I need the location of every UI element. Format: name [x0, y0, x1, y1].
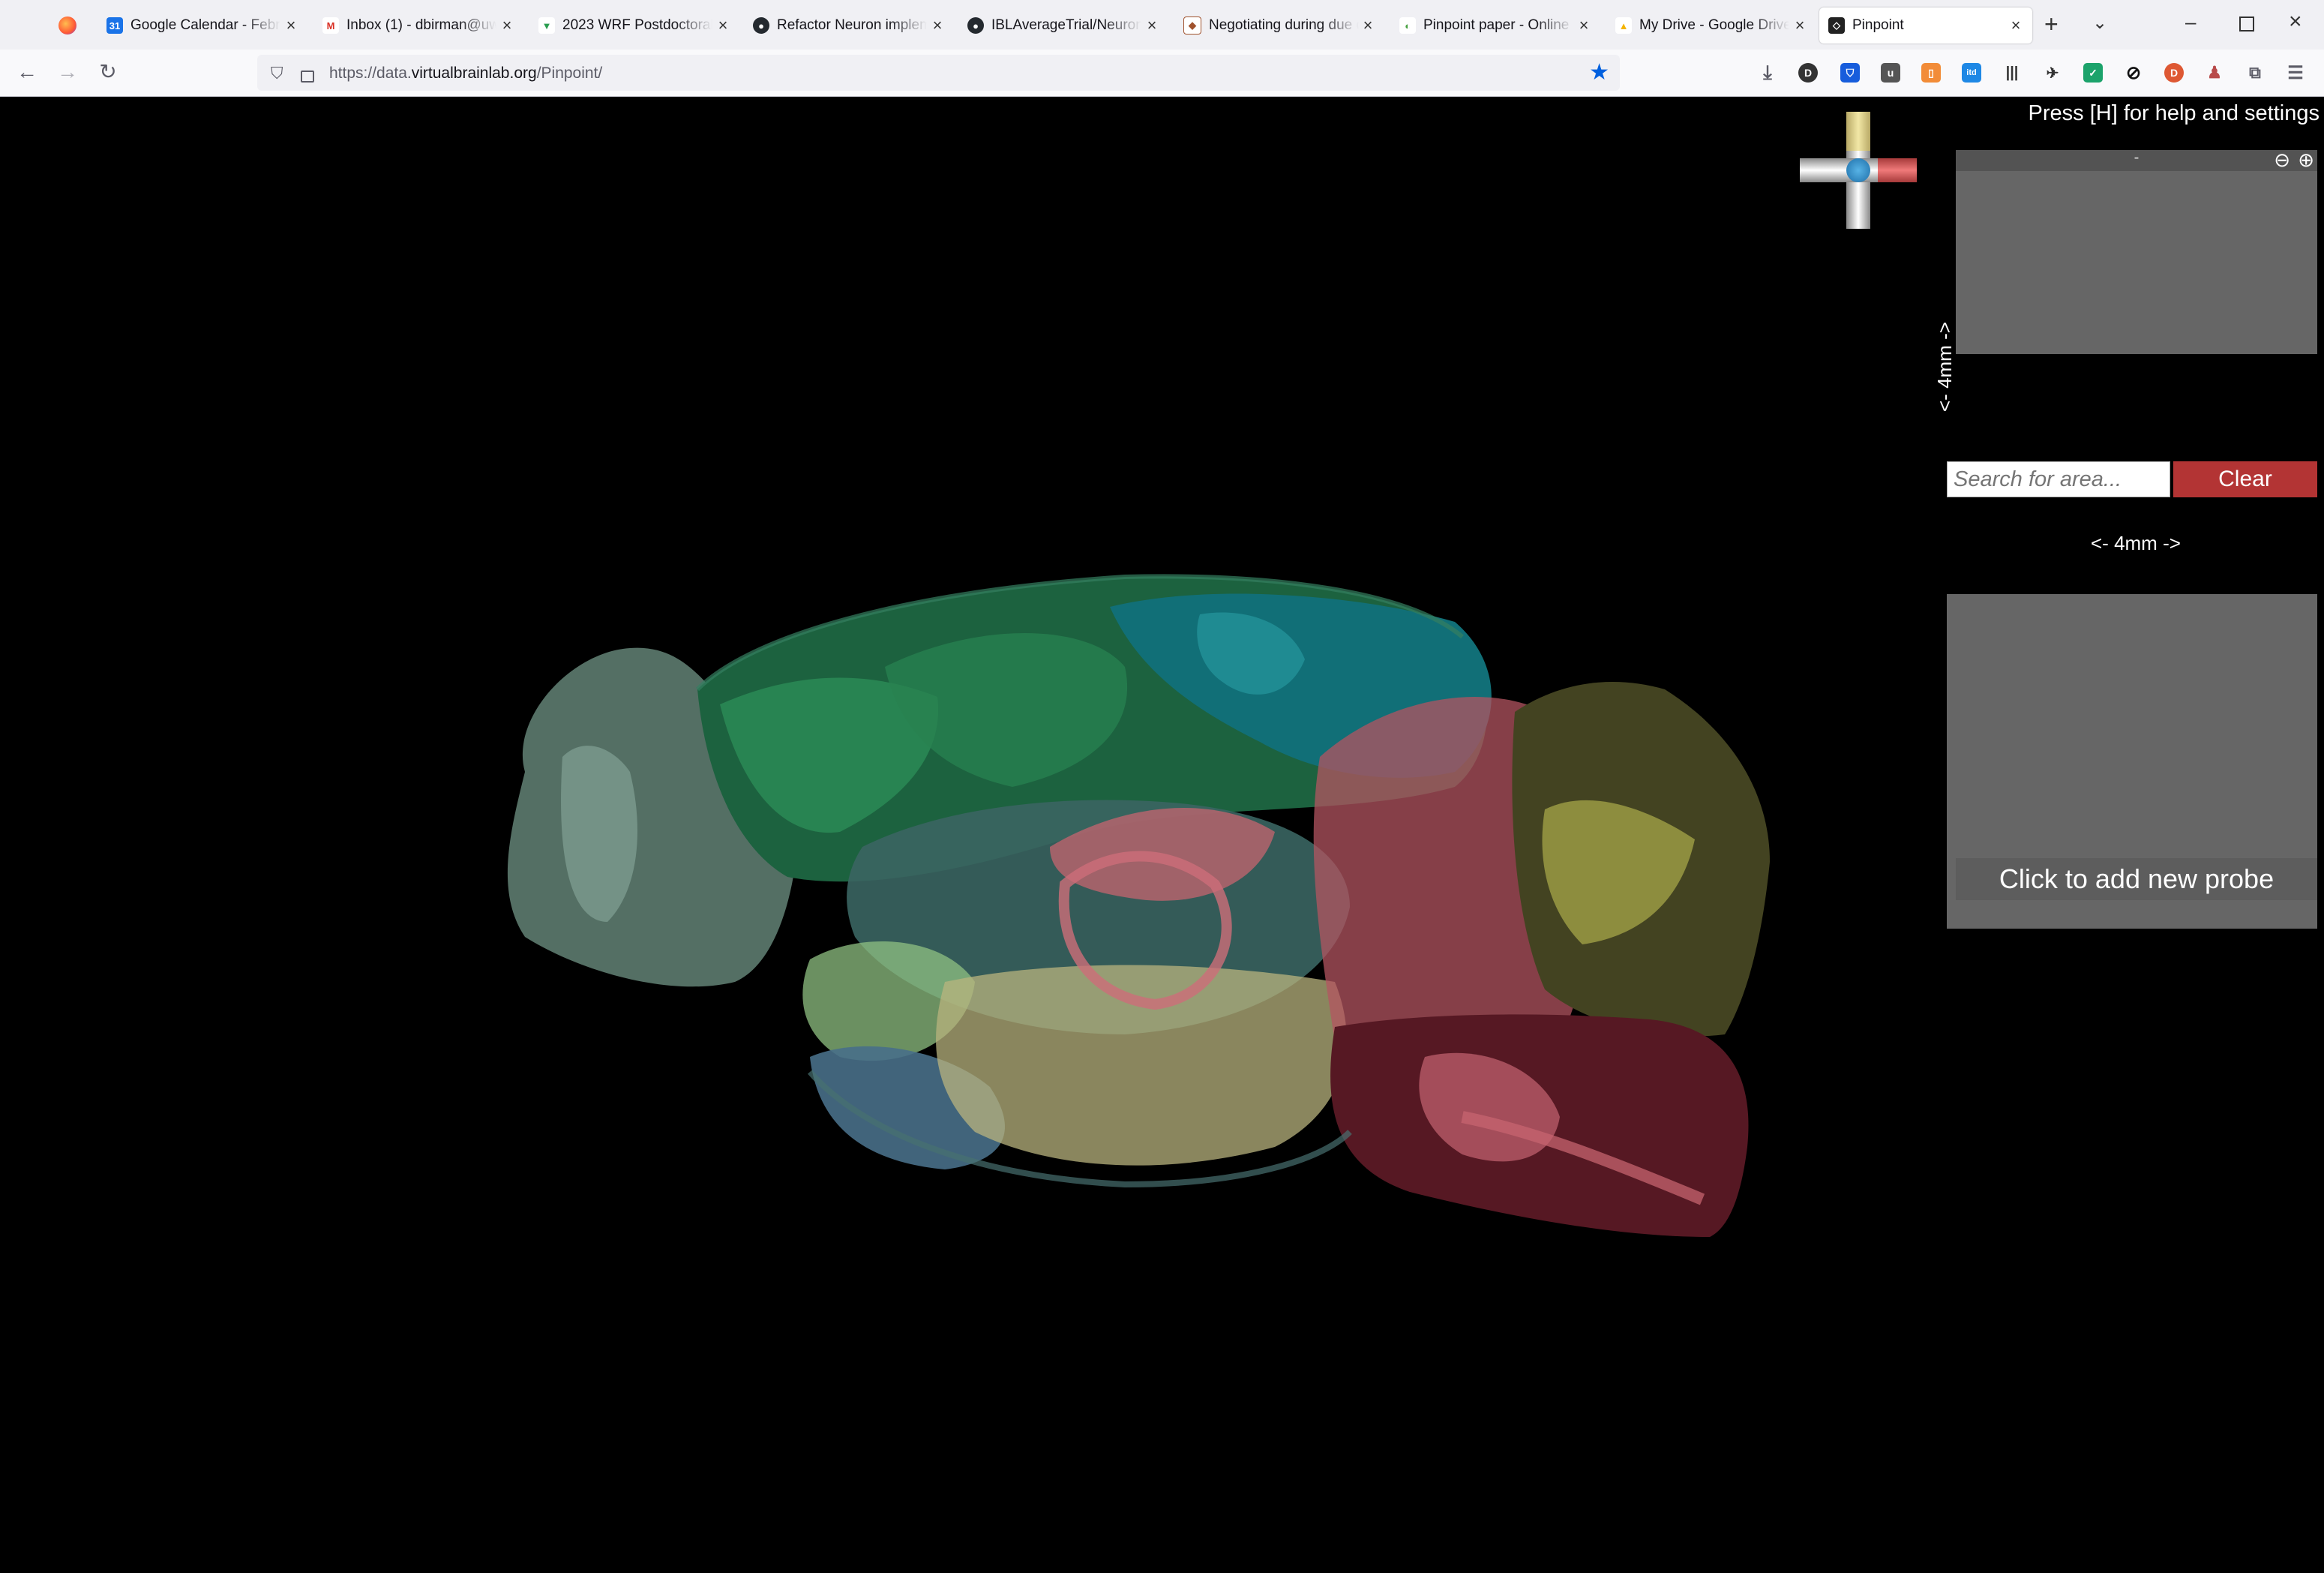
tab-label: IBLAverageTrial/NeuronEncoder: [991, 17, 1141, 33]
tab-label: 2023 WRF Postdoctoral Fellowship: [562, 17, 712, 33]
tab-label: Pinpoint paper - Online LaTeX Editor: [1423, 17, 1573, 33]
forward-button[interactable]: →: [55, 60, 79, 84]
bookmark-star-icon[interactable]: ★: [1589, 59, 1609, 86]
person-icon[interactable]: ♟: [2205, 63, 2224, 83]
url-bar[interactable]: ⛉ https://data.virtualbrainlab.org/Pinpo…: [257, 55, 1620, 91]
tab-label: Negotiating during due diligence: [1209, 17, 1359, 33]
google-calendar-icon: 31: [106, 17, 123, 34]
tab-github-refactor[interactable]: ● Refactor Neuron implementation ×: [753, 8, 945, 44]
scale-bar-vertical: <- 4mm ->: [1933, 322, 1956, 412]
close-icon[interactable]: ×: [930, 16, 945, 35]
gmail-icon: M: [322, 17, 339, 34]
unity-icon: ◇: [1828, 17, 1845, 34]
tab-negotiating[interactable]: ◆ Negotiating during due diligence ×: [1183, 8, 1375, 44]
clear-button[interactable]: Clear: [2173, 461, 2317, 497]
download-icon[interactable]: ⤓: [1758, 61, 1777, 83]
tab-label: Inbox (1) - dbirman@uw.edu: [346, 17, 496, 33]
block-icon[interactable]: ⊘: [2124, 63, 2143, 83]
github-icon: ●: [967, 17, 984, 34]
close-icon[interactable]: ×: [1360, 16, 1375, 35]
barcode-icon[interactable]: |||: [2002, 63, 2022, 83]
close-icon[interactable]: ×: [499, 16, 514, 35]
back-button[interactable]: ←: [15, 60, 39, 84]
tab-google-drive[interactable]: ▲ My Drive - Google Drive ×: [1615, 8, 1807, 44]
lock-icon[interactable]: [301, 71, 314, 83]
inset-view-panel[interactable]: - ⊖ ⊕: [1956, 149, 2317, 354]
scale-bar-horizontal: <- 4mm ->: [2091, 532, 2181, 554]
zoom-out-icon[interactable]: ⊖: [2274, 149, 2290, 172]
tab-google-calendar[interactable]: 31 Google Calendar - February ×: [106, 8, 298, 44]
menu-icon[interactable]: ☰: [2286, 63, 2305, 83]
shield-icon[interactable]: ⛉: [271, 64, 283, 83]
tab-pinpoint[interactable]: ◇ Pinpoint ×: [1819, 8, 2032, 44]
ublock-icon[interactable]: u: [1881, 63, 1900, 83]
close-icon[interactable]: ×: [715, 16, 730, 35]
trash-icon[interactable]: ▯: [1921, 63, 1941, 83]
browser-tab-bar: 31 Google Calendar - February × M Inbox …: [0, 0, 2324, 50]
tab-label: Pinpoint: [1852, 17, 1904, 33]
new-tab-button[interactable]: +: [2044, 11, 2059, 38]
browser-nav-bar: ← → ↻ ⛉ https://data.virtualbrainlab.org…: [0, 50, 2324, 97]
midbrain-region: [936, 965, 1347, 1166]
minimize-button[interactable]: –: [2185, 11, 2196, 34]
url-domain: virtualbrainlab.org: [411, 65, 537, 82]
url-prefix: https://data.: [329, 65, 412, 82]
close-icon[interactable]: ×: [2008, 16, 2023, 35]
tab-wrf[interactable]: ▼ 2023 WRF Postdoctoral Fellowship ×: [538, 8, 730, 44]
close-icon[interactable]: ×: [1144, 16, 1159, 35]
tab-github-ibl[interactable]: ● IBLAverageTrial/NeuronEncoder ×: [967, 8, 1159, 44]
url-text[interactable]: https://data.virtualbrainlab.org/Pinpoin…: [329, 65, 602, 83]
google-drive-icon: ▲: [1615, 17, 1632, 34]
reload-button[interactable]: ↻: [96, 60, 120, 84]
shield-check-icon[interactable]: ✓: [2083, 63, 2103, 83]
itd-icon[interactable]: itd: [1962, 63, 1981, 83]
extension-d-icon[interactable]: D: [1798, 63, 1818, 83]
close-icon[interactable]: ×: [1576, 16, 1591, 35]
tab-label: Refactor Neuron implementation: [777, 17, 927, 33]
axis-gizmo-center: [1846, 158, 1870, 182]
github-icon: ●: [753, 17, 769, 34]
axis-gizmo[interactable]: [1800, 112, 1917, 229]
bird-icon[interactable]: ✈: [2043, 63, 2062, 83]
tab-label: My Drive - Google Drive: [1639, 17, 1789, 33]
overleaf-icon: ◐: [1399, 17, 1416, 34]
close-icon[interactable]: ×: [283, 16, 298, 35]
brain-regions: [507, 574, 1770, 1237]
duckduckgo-icon[interactable]: D: [2164, 63, 2184, 83]
close-window-button[interactable]: ×: [2289, 9, 2302, 35]
bitwarden-icon[interactable]: ⛉: [1840, 63, 1860, 83]
tab-gmail[interactable]: M Inbox (1) - dbirman@uw.edu ×: [322, 8, 514, 44]
close-icon[interactable]: ×: [1792, 16, 1807, 35]
pinpoint-viewport[interactable]: Press [H] for help and settings - ⊖ ⊕ <-…: [0, 97, 2324, 1573]
extensions-icon[interactable]: ⧉: [2245, 63, 2265, 83]
search-area-input[interactable]: [1947, 461, 2170, 497]
tab-overleaf[interactable]: ◐ Pinpoint paper - Online LaTeX Editor ×: [1399, 8, 1591, 44]
help-hint: Press [H] for help and settings: [2028, 101, 2320, 125]
wrf-icon: ▼: [538, 17, 555, 34]
firefox-icon[interactable]: [58, 17, 76, 35]
inset-panel-header: -: [1956, 150, 2317, 171]
maximize-button[interactable]: [2239, 17, 2254, 32]
zoom-in-icon[interactable]: ⊕: [2298, 149, 2314, 172]
axis-gizmo-horizontal-right: [1878, 158, 1917, 182]
url-path: /Pinpoint/: [536, 65, 603, 82]
chevron-down-icon[interactable]: ⌄: [2092, 12, 2107, 34]
tab-label: Google Calendar - February: [130, 17, 280, 33]
document-icon: ◆: [1183, 17, 1201, 35]
add-probe-button[interactable]: Click to add new probe: [1956, 858, 2317, 900]
axis-gizmo-vertical-top: [1846, 112, 1870, 151]
